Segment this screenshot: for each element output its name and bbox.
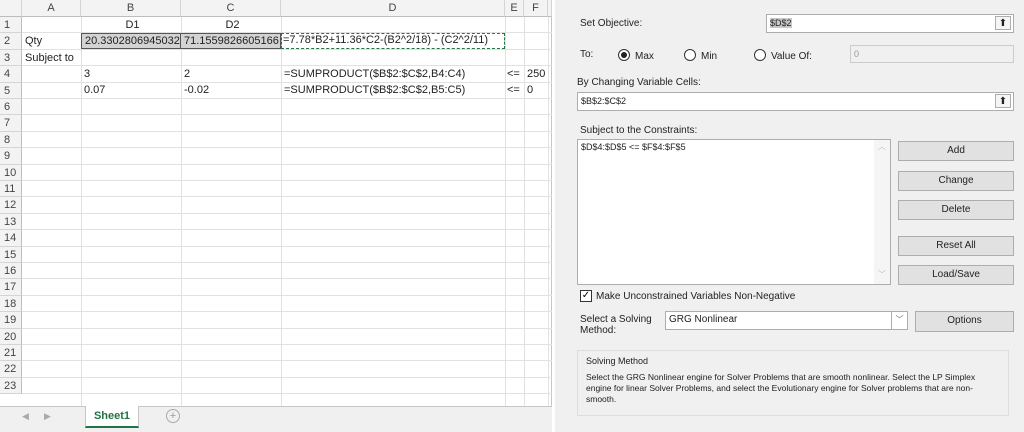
- changing-cells-value: $B$2:$C$2: [581, 96, 627, 106]
- row-header-12[interactable]: 12: [0, 197, 22, 214]
- value-of-input[interactable]: 0: [850, 45, 1014, 63]
- constraints-list[interactable]: $D$4:$D$5 <= $F$4:$F$5 ︿ ﹀: [577, 139, 891, 285]
- solving-method-select[interactable]: GRG Nonlinear ﹀: [665, 311, 908, 330]
- cell-f5[interactable]: 0: [524, 82, 533, 98]
- cell-a3[interactable]: Subject to: [22, 50, 74, 66]
- change-button[interactable]: Change: [898, 171, 1014, 191]
- max-label: Max: [635, 51, 654, 62]
- row-header-22[interactable]: 22: [0, 361, 22, 378]
- row-header-19[interactable]: 19: [0, 312, 22, 329]
- row-header-17[interactable]: 17: [0, 279, 22, 296]
- column-header-d[interactable]: D: [281, 0, 505, 17]
- solving-method-title: Solving Method: [586, 356, 649, 366]
- nonnegative-checkbox[interactable]: ✓: [580, 290, 592, 302]
- scroll-left-icon[interactable]: ◀: [22, 411, 29, 422]
- value-of-radio[interactable]: [754, 49, 766, 61]
- cell-e5[interactable]: <=: [505, 82, 520, 98]
- row-header-6[interactable]: 6: [0, 99, 22, 116]
- cell-c2[interactable]: 71.1559826605166: [180, 33, 281, 49]
- row-header-13[interactable]: 13: [0, 213, 22, 231]
- solving-method-value: GRG Nonlinear: [669, 314, 738, 325]
- solving-method-group: Solving Method Select the GRG Nonlinear …: [577, 350, 1009, 416]
- column-header-e[interactable]: E: [505, 0, 524, 17]
- cell-b2[interactable]: 20.3302806945032: [81, 33, 181, 49]
- row-header-10[interactable]: 10: [0, 164, 22, 181]
- solving-method-label: Select a Solving Method:: [580, 314, 652, 336]
- objective-value: $D$2: [770, 18, 792, 28]
- row-header-3[interactable]: 3: [0, 49, 22, 67]
- row-header-15[interactable]: 15: [0, 246, 22, 263]
- min-radio[interactable]: [684, 49, 696, 61]
- cell-c4[interactable]: 2: [181, 66, 190, 82]
- column-header-c[interactable]: C: [181, 0, 281, 17]
- chevron-up-icon[interactable]: ︿: [874, 140, 890, 154]
- row-header-16[interactable]: 16: [0, 263, 22, 280]
- row-header-20[interactable]: 20: [0, 328, 22, 345]
- add-sheet-icon[interactable]: +: [166, 409, 180, 423]
- solving-method-description: Select the GRG Nonlinear engine for Solv…: [586, 372, 976, 404]
- scrollbar[interactable]: ︿ ﹀: [874, 140, 890, 284]
- to-label: To:: [580, 49, 594, 60]
- row-header-8[interactable]: 8: [0, 131, 22, 149]
- row-header-2[interactable]: 2: [0, 33, 22, 50]
- options-button[interactable]: Options: [915, 311, 1014, 332]
- delete-button[interactable]: Delete: [898, 200, 1014, 220]
- objective-input[interactable]: $D$2 ⬆: [766, 14, 1014, 33]
- cell-b1[interactable]: D1: [81, 17, 181, 33]
- column-header-f[interactable]: F: [524, 0, 548, 17]
- row-header-18[interactable]: 18: [0, 295, 22, 313]
- add-button[interactable]: Add: [898, 141, 1014, 161]
- constraints-label: Subject to the Constraints:: [580, 125, 698, 136]
- select-all-corner[interactable]: [0, 0, 22, 17]
- row-header-14[interactable]: 14: [0, 230, 22, 247]
- cell-d5[interactable]: =SUMPRODUCT($B$2:$C$2,B5:C5): [281, 82, 465, 98]
- tab-sheet1[interactable]: Sheet1: [85, 406, 139, 428]
- collapse-dialog-icon[interactable]: ⬆: [995, 16, 1011, 30]
- reset-all-button[interactable]: Reset All: [898, 236, 1014, 256]
- changing-cells-label: By Changing Variable Cells:: [577, 77, 701, 88]
- solver-parameters-dialog: Set Objective: $D$2 ⬆ To: Max Min Value O…: [555, 0, 1024, 432]
- row-header-21[interactable]: 21: [0, 345, 22, 362]
- changing-cells-input[interactable]: $B$2:$C$2 ⬆: [577, 92, 1014, 111]
- sheet-tab-bar: ◀ ▶ Sheet1 +: [0, 406, 552, 432]
- row-header-4[interactable]: 4: [0, 66, 22, 83]
- column-header-b[interactable]: B: [81, 0, 181, 17]
- cell-e4[interactable]: <=: [505, 66, 520, 82]
- spreadsheet[interactable]: A B C D E F 1 2 3 4 5 6 7 8 9 10 11 12 13 14 15 16 17 18 1…: [0, 0, 552, 432]
- column-header-a[interactable]: A: [22, 0, 81, 17]
- row-header-9[interactable]: 9: [0, 148, 22, 165]
- row-header-5[interactable]: 5: [0, 82, 22, 99]
- max-radio[interactable]: [618, 49, 630, 61]
- cell-d2-objective[interactable]: =7.78*B2+11.36*C2-(B2^2/18) - (C2^2/11): [281, 33, 505, 49]
- scroll-right-icon[interactable]: ▶: [44, 411, 51, 422]
- cell-c5[interactable]: -0.02: [181, 82, 209, 98]
- cell-b4[interactable]: 3: [81, 66, 90, 82]
- value-of-label: Value Of:: [771, 51, 812, 62]
- row-header-23[interactable]: 23: [0, 377, 22, 395]
- chevron-down-icon[interactable]: ﹀: [874, 268, 890, 282]
- nonnegative-label: Make Unconstrained Variables Non-Negativ…: [596, 291, 796, 302]
- row-header-11[interactable]: 11: [0, 181, 22, 198]
- load-save-button[interactable]: Load/Save: [898, 265, 1014, 285]
- set-objective-label: Set Objective:: [580, 18, 643, 29]
- cell-c1[interactable]: D2: [181, 17, 281, 33]
- cell-d4[interactable]: =SUMPRODUCT($B$2:$C$2,B4:C4): [281, 66, 465, 82]
- row-header-1[interactable]: 1: [0, 17, 22, 34]
- constraint-item[interactable]: $D$4:$D$5 <= $F$4:$F$5: [581, 140, 890, 154]
- min-label: Min: [701, 51, 718, 62]
- cell-f4[interactable]: 250: [524, 66, 545, 82]
- collapse-dialog-icon[interactable]: ⬆: [995, 94, 1011, 108]
- cell-a2[interactable]: Qty: [22, 33, 42, 49]
- row-header-7[interactable]: 7: [0, 115, 22, 132]
- chevron-down-icon[interactable]: ﹀: [891, 312, 907, 329]
- cell-b5[interactable]: 0.07: [81, 82, 105, 98]
